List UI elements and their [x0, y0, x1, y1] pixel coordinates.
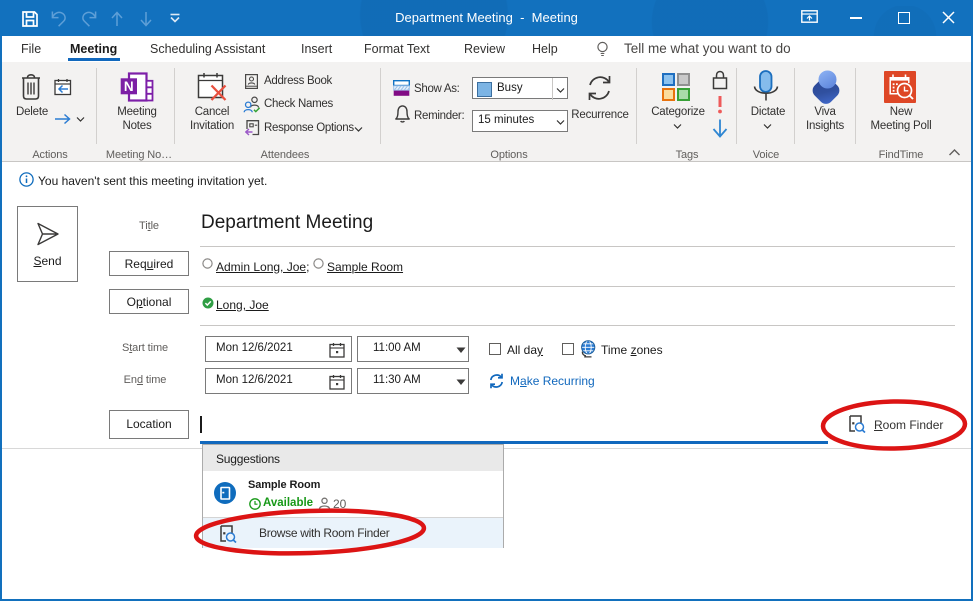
svg-text:N: N: [124, 79, 134, 94]
